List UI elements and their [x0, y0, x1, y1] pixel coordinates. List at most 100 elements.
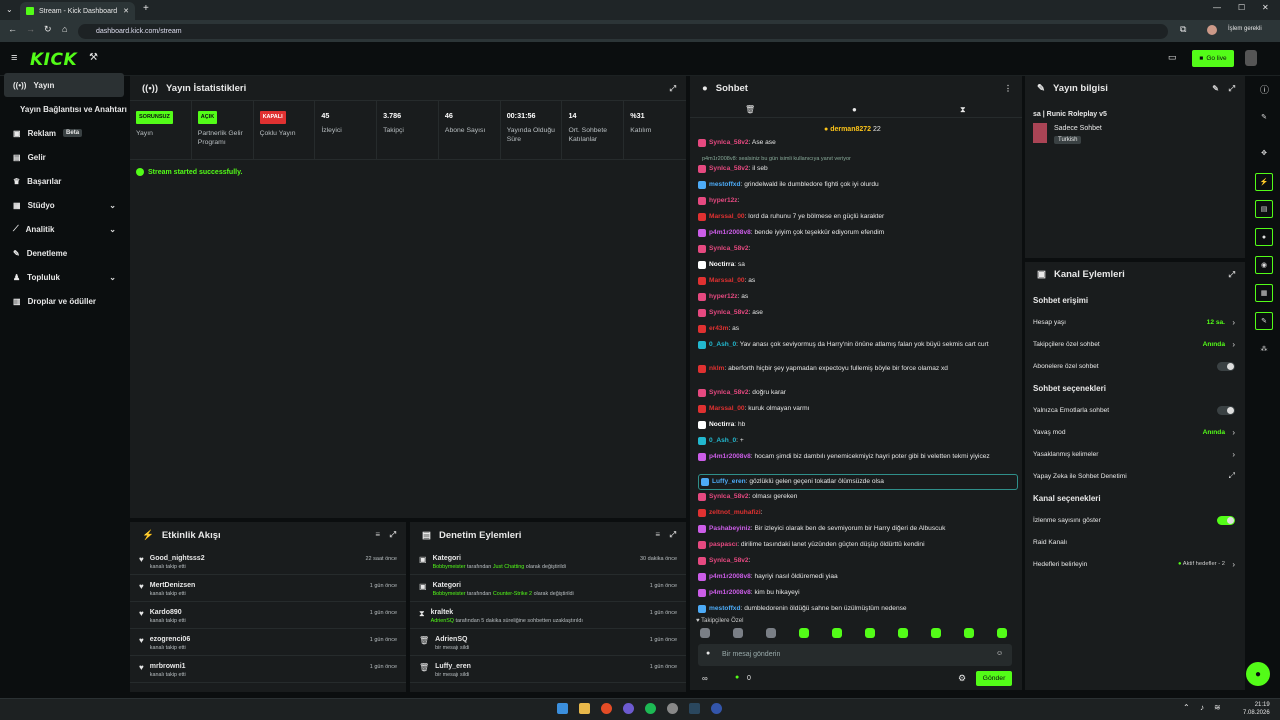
chat-message[interactable]: Noctirra: sa: [698, 258, 1018, 274]
show-viewcount-toggle[interactable]: [1217, 515, 1235, 525]
discord-icon[interactable]: [623, 703, 634, 714]
chat-username[interactable]: Marssal_00: [709, 277, 745, 284]
chat-icon[interactable]: ●: [852, 105, 857, 114]
bolt-icon[interactable]: ⚡: [1255, 173, 1273, 191]
chat-message[interactable]: nklm: aberforth hiçbir şey yapmadan expe…: [698, 362, 1018, 386]
steam-icon[interactable]: [689, 703, 700, 714]
chat-message[interactable]: Synlca_58v2: il seb: [698, 162, 1018, 178]
chat-username[interactable]: 0_Ash_0: [709, 437, 736, 444]
pencil-icon[interactable]: ✎: [1255, 108, 1273, 126]
emote-icon[interactable]: [898, 628, 908, 638]
chat-username[interactable]: Synlca_58v2: [709, 165, 749, 172]
sidebar-item-community[interactable]: ♟ Topluluk ⌄: [0, 265, 128, 289]
forward-icon[interactable]: →: [26, 24, 35, 34]
emote-icon[interactable]: [997, 628, 1007, 638]
chat-message[interactable]: mestoffxd: grindelwald ile dumbledore fi…: [698, 178, 1018, 194]
go-live-button[interactable]: ■ Go live: [1192, 50, 1234, 67]
obs-icon[interactable]: [667, 703, 678, 714]
clock[interactable]: 21:19 7.08.2026: [1243, 701, 1270, 717]
trash-icon[interactable]: 🗑: [745, 105, 755, 114]
popout-icon[interactable]: ⤢: [670, 84, 676, 94]
stream-key-icon[interactable]: ▭: [1168, 52, 1177, 63]
layout-icon[interactable]: ▦: [1255, 284, 1273, 302]
apps-icon[interactable]: ⁂: [1255, 340, 1273, 358]
chat-username[interactable]: zeltnot_muhafizi: [709, 509, 761, 516]
chat-username[interactable]: p4m1r2008v8: [709, 573, 751, 580]
followers-only-row[interactable]: Takipçilere özel sohbet Anında ›: [1025, 333, 1245, 355]
popout-icon[interactable]: ⤢: [1229, 270, 1235, 280]
chat-message[interactable]: zeltnot_muhafizi:: [698, 506, 1018, 522]
chat-username[interactable]: paspascı: [709, 541, 737, 548]
emote-icon[interactable]: [964, 628, 974, 638]
set-goals-row[interactable]: Hedefleri belirleyin ● Aktif hedefler - 2…: [1025, 553, 1245, 575]
emote-icon[interactable]: [832, 628, 842, 638]
emote-icon[interactable]: [931, 628, 941, 638]
chat-message[interactable]: Pashabeyiniz: Bir izleyici olarak ben de…: [698, 522, 1018, 538]
chat-username[interactable]: Synlca_58v2: [709, 139, 749, 146]
wifi-icon[interactable]: ≋: [1214, 703, 1221, 712]
chat-username[interactable]: er43m: [709, 325, 728, 332]
chat-username[interactable]: Luffy_eren: [712, 478, 746, 485]
chat-username[interactable]: Marssal_00: [709, 213, 745, 220]
new-tab-icon[interactable]: +: [143, 3, 149, 14]
chat-username[interactable]: Synlca_58v2: [709, 309, 749, 316]
chat-message[interactable]: p4m1r2008v8: kim bu hikayeyi: [698, 586, 1018, 602]
chat-message[interactable]: Synlca_58v2: olması gereken: [698, 490, 1018, 506]
chat-bubble-fab-icon[interactable]: ●: [1246, 662, 1270, 686]
popout-icon[interactable]: ⤢: [390, 530, 396, 540]
sidebar-item-studio[interactable]: ▦ Stüdyo ⌄: [0, 193, 128, 217]
chat-username[interactable]: nklm: [709, 365, 724, 372]
sidebar-item-analytics[interactable]: ⟋ Analitik ⌄: [0, 217, 128, 241]
sidebar-item-stream-key[interactable]: Yayın Bağlantısı ve Anahtarı: [0, 97, 128, 121]
gamepad-icon[interactable]: ✥: [1255, 144, 1273, 162]
chat-input[interactable]: ● Bir mesaj gönderin ☺: [698, 644, 1012, 666]
emote-icon[interactable]: [766, 628, 776, 638]
chat-username[interactable]: Synlca_58v2: [709, 245, 749, 252]
chat-message[interactable]: Noctirra: hb: [698, 418, 1018, 434]
broadcast-icon[interactable]: ◉: [1255, 256, 1273, 274]
chat-username[interactable]: mestoffxd: [709, 181, 741, 188]
banned-words-row[interactable]: Yasaklanmış kelimeler ›: [1025, 443, 1245, 465]
chat-username[interactable]: 0_Ash_0: [709, 341, 736, 348]
account-age-row[interactable]: Hesap yaşı 12 sa. ›: [1025, 311, 1245, 333]
chat-message[interactable]: p4m1r2008v8: hayriyi nasıl öldüremedi yi…: [698, 570, 1018, 586]
chat-username[interactable]: hyper12z: [709, 197, 738, 204]
chat-message[interactable]: hyper12z: as: [698, 290, 1018, 306]
hammer-icon[interactable]: ⚒: [89, 52, 98, 63]
sidebar-item-drops[interactable]: ▥ Droplar ve ödüller: [0, 289, 128, 313]
reload-icon[interactable]: ↻: [44, 24, 52, 35]
browser-tab[interactable]: Stream - Kick Dashboard ✕: [20, 2, 135, 20]
chat-username[interactable]: Noctirra: [709, 261, 734, 268]
chrome-icon[interactable]: [601, 703, 612, 714]
minimize-icon[interactable]: —: [1213, 3, 1221, 12]
tray-chevron-icon[interactable]: ⌃: [1183, 703, 1190, 712]
microphone-icon[interactable]: ♪: [1200, 703, 1204, 712]
file-explorer-icon[interactable]: [579, 703, 590, 714]
chat-message[interactable]: hyper12z:: [698, 194, 1018, 210]
filter-icon[interactable]: ≡: [655, 530, 660, 539]
chat-message[interactable]: Synlca_58v2:: [698, 554, 1018, 570]
chat-message[interactable]: 0_Ash_0: Yav anası çok seviyormuş da Har…: [698, 338, 1018, 362]
extensions-icon[interactable]: ⧉: [1180, 24, 1186, 35]
chat-message[interactable]: Marssal_00: lord da ruhunu 7 ye bölmese …: [698, 210, 1018, 226]
chat-message[interactable]: Marssal_00: as: [698, 274, 1018, 290]
chat-username[interactable]: Pashabeyiniz: [709, 525, 751, 532]
send-button[interactable]: Gönder: [976, 671, 1012, 686]
settings-gear-icon[interactable]: ⚙: [958, 673, 966, 684]
emote-icon[interactable]: [799, 628, 809, 638]
chat-message[interactable]: p4m1r2008v8: hocam şimdi biz dambılı yen…: [698, 450, 1018, 474]
emote-icon[interactable]: [865, 628, 875, 638]
hamburger-menu-icon[interactable]: ≡: [11, 52, 17, 64]
pinned-gifter[interactable]: ● derman8272 22: [824, 126, 881, 133]
emote-icon[interactable]: [733, 628, 743, 638]
chat-username[interactable]: p4m1r2008v8: [709, 229, 751, 236]
url-field[interactable]: dashboard.kick.com/stream: [78, 24, 1168, 39]
kick-logo[interactable]: KICK: [30, 50, 77, 70]
info-icon[interactable]: ⓘ: [1260, 83, 1269, 96]
chat-message[interactable]: er43m: as: [698, 322, 1018, 338]
chat-username[interactable]: Synlca_58v2: [709, 557, 749, 564]
emote-only-toggle[interactable]: [1217, 405, 1235, 415]
sidebar-item-revenue[interactable]: ▤ Gelir: [0, 145, 128, 169]
chat-message[interactable]: mestoffxd: dumbledorenin öldüğü sahne be…: [698, 602, 1018, 618]
chat-username[interactable]: p4m1r2008v8: [709, 453, 751, 460]
